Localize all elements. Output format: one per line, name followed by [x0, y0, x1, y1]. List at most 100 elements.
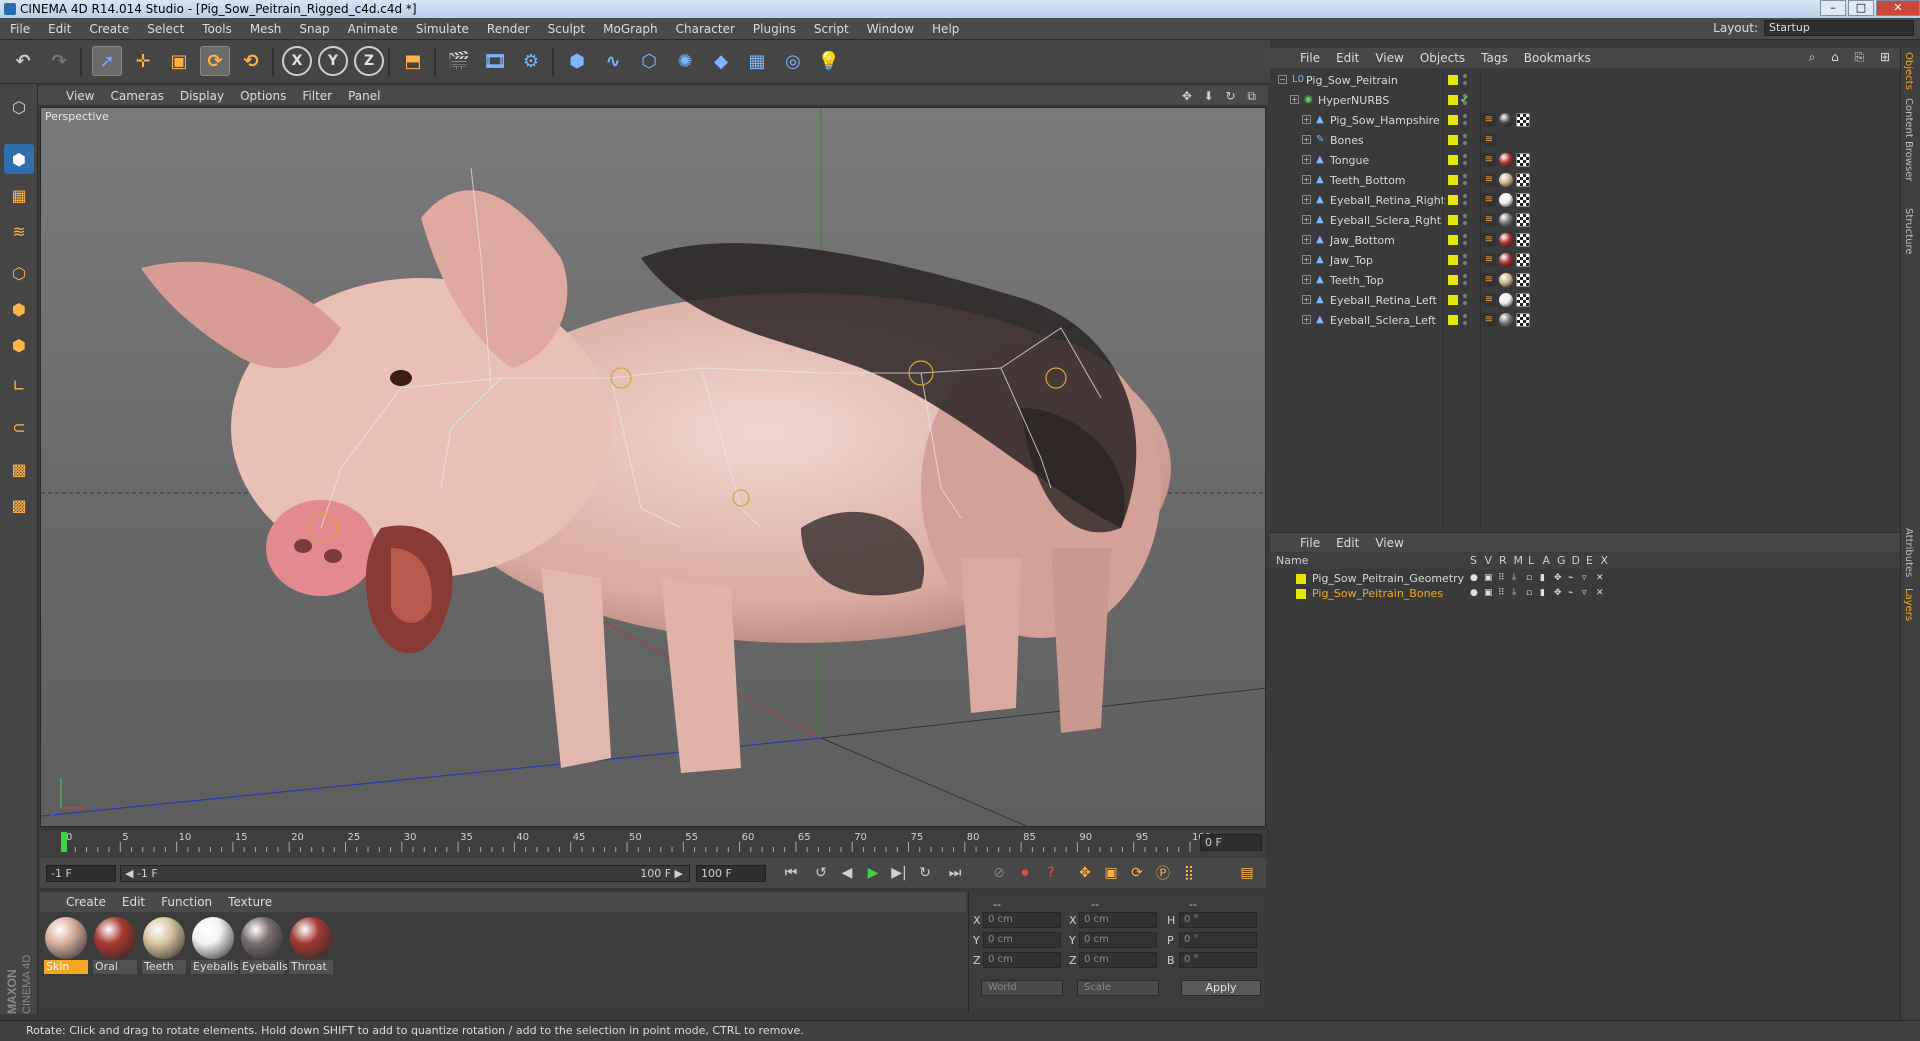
model-mode-icon[interactable]: ⬡	[4, 92, 34, 122]
layer-color-swatch[interactable]	[1448, 155, 1458, 165]
step-forward-icon[interactable]: ▶|	[888, 862, 910, 884]
rotation-field[interactable]: 0 °	[1179, 912, 1257, 928]
texture-tag-icon[interactable]	[1516, 193, 1530, 207]
visibility-dots[interactable]	[1463, 254, 1467, 266]
material-tag-icon[interactable]	[1499, 153, 1513, 167]
material-tag-icon[interactable]	[1499, 293, 1513, 307]
material-tag-icon[interactable]	[1499, 253, 1513, 267]
goto-end-icon[interactable]: ⏭	[944, 862, 966, 884]
texture-tag-icon[interactable]	[1516, 253, 1530, 267]
material-tag-icon[interactable]	[1499, 173, 1513, 187]
coord-scale-dropdown[interactable]: Scale	[1077, 980, 1159, 996]
visibility-dots[interactable]	[1463, 214, 1467, 226]
play-icon[interactable]: ▶	[862, 862, 884, 884]
layer-color-swatch[interactable]	[1448, 175, 1458, 185]
layout-dropdown[interactable]: Startup	[1764, 20, 1914, 36]
weight-tag-icon[interactable]: ≋	[1482, 173, 1496, 187]
snap-icon[interactable]: ⊂	[4, 412, 34, 442]
layer-flag-animation-icon[interactable]: ▮	[1540, 573, 1549, 583]
enabled-check-icon[interactable]: ✔	[1460, 93, 1474, 107]
side-tab-layers[interactable]: Layers	[1903, 588, 1914, 621]
texture-tag-icon[interactable]	[1516, 113, 1530, 127]
object-menu-objects[interactable]: Objects	[1420, 51, 1465, 65]
viewport-menu-display[interactable]: Display	[180, 89, 224, 103]
size-field[interactable]: 0 cm	[1079, 932, 1157, 948]
goto-start-icon[interactable]: ⏮	[780, 862, 802, 884]
render-picture-viewer-icon[interactable]: 🎞	[480, 46, 510, 76]
expand-toggle-icon[interactable]: +	[1302, 295, 1311, 304]
undo-icon[interactable]: ↶	[8, 46, 38, 76]
expand-toggle-icon[interactable]: +	[1302, 195, 1311, 204]
visibility-dots[interactable]	[1463, 274, 1467, 286]
layer-flag-visible-editor-icon[interactable]: ▣	[1484, 573, 1493, 583]
cube-icon[interactable]: ⬢	[562, 46, 592, 76]
side-tab-content-browser[interactable]: Content Browser	[1903, 98, 1914, 181]
layer-flag-animation-icon[interactable]: ▮	[1540, 588, 1549, 598]
layer-menu-file[interactable]: File	[1300, 536, 1320, 550]
points-mode-icon[interactable]: ⬡	[4, 258, 34, 288]
visibility-dots[interactable]	[1463, 154, 1467, 166]
material-swatch[interactable]: Eyeballs	[240, 916, 288, 976]
weight-tag-icon[interactable]: ≋	[1482, 313, 1496, 327]
layer-color-swatch[interactable]	[1448, 215, 1458, 225]
size-field[interactable]: 0 cm	[1079, 912, 1157, 928]
position-field[interactable]: 0 cm	[983, 932, 1061, 948]
layer-flag-manager-icon[interactable]: ⫰	[1512, 573, 1521, 583]
apply-button[interactable]: Apply	[1181, 980, 1261, 996]
expand-toggle-icon[interactable]: +	[1302, 315, 1311, 324]
layer-color-swatch[interactable]	[1448, 295, 1458, 305]
array-icon[interactable]: ✺	[670, 46, 700, 76]
timeline-ruler[interactable]: 0510152025303540455055606570758085909510…	[40, 830, 1266, 856]
move-icon[interactable]: ✛	[128, 46, 158, 76]
layer-flag-solo-icon[interactable]: ●	[1470, 588, 1479, 598]
z-axis-icon[interactable]: Z	[354, 46, 384, 76]
texture-tag-icon[interactable]	[1516, 173, 1530, 187]
object-row[interactable]: + ▲ Jaw_Top ≋	[1270, 250, 1900, 270]
layer-flag-manager-icon[interactable]: ⫰	[1512, 588, 1521, 598]
material-menu-texture[interactable]: Texture	[228, 895, 272, 909]
visibility-dots[interactable]	[1463, 314, 1467, 326]
texture-mode-icon[interactable]: ▦	[4, 180, 34, 210]
expand-toggle-icon[interactable]: +	[1302, 135, 1311, 144]
recent-tool-icon[interactable]: ⟲	[236, 46, 266, 76]
menu-create[interactable]: Create	[89, 22, 129, 36]
layer-flag-xref-icon[interactable]: ✕	[1596, 573, 1605, 583]
expand-toggle-icon[interactable]: +	[1302, 215, 1311, 224]
object-manager-tree[interactable]: − L0 Pig_Sow_Peitrain + ◉ HyperNURBS ✔ + ▲ Pig_So…	[1270, 70, 1900, 530]
material-swatch[interactable]: Oral	[93, 916, 137, 976]
object-mode-icon[interactable]: ⬢	[4, 144, 34, 174]
weight-tag-icon[interactable]: ≋	[1482, 233, 1496, 247]
layer-flag-visible-editor-icon[interactable]: ▣	[1484, 588, 1493, 598]
layer-flag-xref-icon[interactable]: ✕	[1596, 588, 1605, 598]
redo-icon[interactable]: ↷	[44, 46, 74, 76]
rotate-icon[interactable]: ⟳	[200, 46, 230, 76]
texture-tag-icon[interactable]	[1516, 153, 1530, 167]
key-rotation-icon[interactable]: ⟳	[1126, 862, 1148, 884]
layer-flag-deformers-icon[interactable]: ⌁	[1568, 573, 1577, 583]
visibility-dots[interactable]	[1463, 194, 1467, 206]
texture-tag-icon[interactable]	[1516, 233, 1530, 247]
weight-tag-icon[interactable]: ≋	[1482, 273, 1496, 287]
menu-animate[interactable]: Animate	[348, 22, 398, 36]
texture-tag-icon[interactable]	[1516, 273, 1530, 287]
layer-flag-generators-icon[interactable]: ✥	[1554, 573, 1563, 583]
layer-color-swatch[interactable]	[1448, 95, 1458, 105]
weight-tag-icon[interactable]: ≋	[1482, 213, 1496, 227]
coordinate-system-icon[interactable]: ⬒	[398, 46, 428, 76]
timeline-window-icon[interactable]: ▤	[1236, 862, 1258, 884]
viewport-menu-view[interactable]: View	[66, 89, 94, 103]
layer-color-swatch[interactable]	[1448, 275, 1458, 285]
frame-range-slider[interactable]: ◀ -1 F 100 F ▶	[120, 865, 690, 882]
material-swatch[interactable]: Teeth	[142, 916, 186, 976]
spline-icon[interactable]: ∿	[598, 46, 628, 76]
edit-render-settings-icon[interactable]: ⚙	[516, 46, 546, 76]
object-menu-bookmarks[interactable]: Bookmarks	[1524, 51, 1591, 65]
step-back-icon[interactable]: ◀	[836, 862, 858, 884]
visibility-dots[interactable]	[1463, 114, 1467, 126]
size-field[interactable]: 0 cm	[1079, 952, 1157, 968]
layer-manager-list[interactable]: Pig_Sow_Peitrain_Geometry ● ▣ ⠿ ⫰ ▫ ▮ ✥ ⌁ ▿ ✕ Pig_S…	[1270, 570, 1900, 1015]
key-pla-icon[interactable]: ⣿	[1178, 862, 1200, 884]
position-field[interactable]: 0 cm	[983, 952, 1061, 968]
layer-color-swatch[interactable]	[1448, 135, 1458, 145]
record-keys-icon[interactable]: ⊘	[988, 862, 1010, 884]
